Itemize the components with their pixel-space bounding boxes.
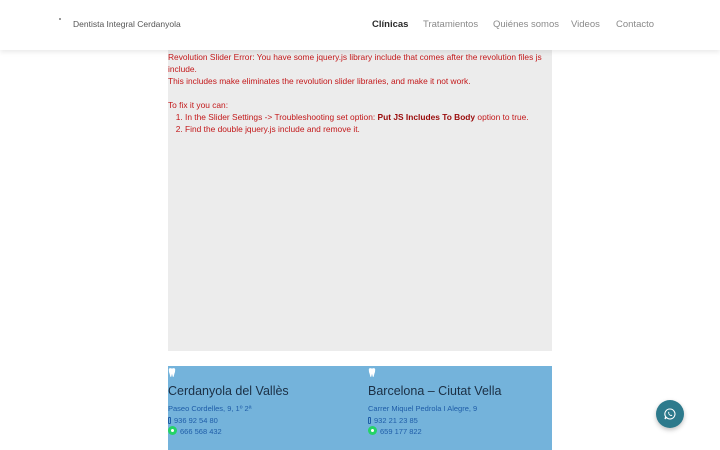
- nav-item-clinicas[interactable]: Clínicas: [372, 19, 408, 30]
- whatsapp-icon: [368, 426, 377, 435]
- nav-item-videos[interactable]: Videos: [571, 19, 600, 30]
- fix-step: In the Slider Settings -> Troubleshootin…: [185, 111, 552, 123]
- whatsapp-chat-button[interactable]: [656, 400, 684, 428]
- location-city: Barcelona – Ciutat Vella: [368, 384, 502, 398]
- location-phone[interactable]: 936 92 54 80: [168, 416, 218, 426]
- nav-item-quienes-somos[interactable]: Quiénes somos: [493, 19, 559, 30]
- location-city: Cerdanyola del Vallès: [168, 384, 289, 398]
- location-address: Paseo Cordelles, 9, 1º 2ª: [168, 404, 252, 413]
- location-address: Carrer Miquel Pedrola I Alegre, 9: [368, 404, 478, 413]
- tooth-icon: [168, 368, 176, 377]
- slider-error-message: Revolution Slider Error: You have some j…: [168, 51, 552, 135]
- phone-icon: [168, 417, 171, 424]
- phone-icon: [368, 417, 371, 424]
- whatsapp-icon: [168, 426, 177, 435]
- error-line-2: This includes make eliminates the revolu…: [168, 76, 471, 86]
- location-whatsapp[interactable]: 659 177 822: [368, 426, 422, 438]
- nav-item-contacto[interactable]: Contacto: [616, 19, 654, 30]
- location-barcelona: Barcelona – Ciutat Vella Carrer Miquel P…: [368, 366, 558, 450]
- error-fix-intro: To fix it you can:: [168, 100, 229, 110]
- fix-option-name: Put JS Includes To Body: [377, 112, 476, 122]
- nav-item-tratamientos[interactable]: Tratamientos: [423, 19, 478, 30]
- error-line-1: Revolution Slider Error: You have some j…: [168, 52, 542, 74]
- whatsapp-icon: [664, 408, 676, 420]
- location-cerdanyola: Cerdanyola del Vallès Paseo Cordelles, 9…: [168, 366, 358, 450]
- error-fix-steps: In the Slider Settings -> Troubleshootin…: [168, 111, 552, 135]
- site-header: Dentista Integral Cerdanyola Clínicas Tr…: [0, 0, 720, 50]
- revolution-slider-placeholder: Revolution Slider Error: You have some j…: [168, 50, 552, 351]
- locations-band: Cerdanyola del Vallès Paseo Cordelles, 9…: [168, 366, 552, 450]
- location-phone[interactable]: 932 21 23 85: [368, 416, 418, 426]
- tooth-icon: [368, 368, 376, 377]
- location-whatsapp[interactable]: 666 568 432: [168, 426, 222, 438]
- main-nav: Clínicas Tratamientos Quiénes somos Vide…: [0, 19, 720, 33]
- fix-step: Find the double jquery.js include and re…: [185, 123, 552, 135]
